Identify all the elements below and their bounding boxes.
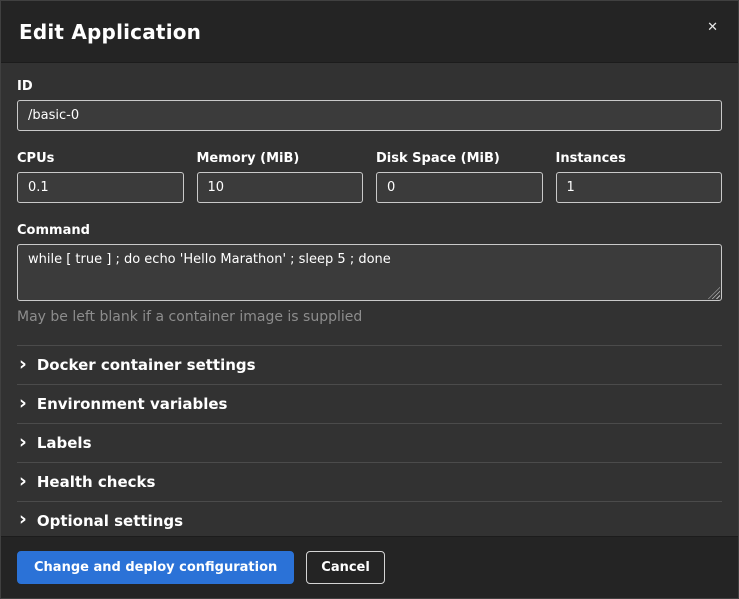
command-textarea[interactable]: while [ true ] ; do echo 'Hello Marathon… [17, 244, 722, 301]
chevron-right-icon: › [19, 355, 27, 374]
memory-label: Memory (MiB) [197, 151, 364, 166]
chevron-right-icon: › [19, 433, 27, 452]
cpus-label: CPUs [17, 151, 184, 166]
edit-application-modal: Edit Application ✕ ID CPUs Memory (MiB) … [0, 0, 739, 599]
id-label: ID [17, 79, 722, 94]
section-optional-settings[interactable]: › Optional settings [17, 501, 722, 536]
section-labels[interactable]: › Labels [17, 423, 722, 462]
command-field-group: Command while [ true ] ; do echo 'Hello … [17, 223, 722, 325]
section-environment-variables[interactable]: › Environment variables [17, 384, 722, 423]
chevron-right-icon: › [19, 510, 27, 529]
section-docker-container-settings[interactable]: › Docker container settings [17, 345, 722, 384]
disk-field-group: Disk Space (MiB) [376, 151, 543, 203]
collapsible-sections: › Docker container settings › Environmen… [17, 345, 722, 536]
section-label: Labels [37, 434, 92, 452]
modal-header: Edit Application ✕ [1, 1, 738, 63]
section-label: Health checks [37, 473, 156, 491]
section-label: Optional settings [37, 512, 183, 530]
instances-field-group: Instances [556, 151, 723, 203]
cpus-input[interactable] [17, 172, 184, 203]
command-help-text: May be left blank if a container image i… [17, 309, 722, 325]
id-input[interactable] [17, 100, 722, 131]
command-label: Command [17, 223, 722, 238]
modal-title: Edit Application [19, 20, 201, 44]
memory-input[interactable] [197, 172, 364, 203]
disk-label: Disk Space (MiB) [376, 151, 543, 166]
instances-input[interactable] [556, 172, 723, 203]
memory-field-group: Memory (MiB) [197, 151, 364, 203]
close-icon[interactable]: ✕ [703, 17, 722, 38]
instances-label: Instances [556, 151, 723, 166]
cpus-field-group: CPUs [17, 151, 184, 203]
command-textarea-wrap: while [ true ] ; do echo 'Hello Marathon… [17, 244, 722, 301]
chevron-right-icon: › [19, 472, 27, 491]
section-label: Environment variables [37, 395, 228, 413]
id-field-group: ID [17, 79, 722, 131]
modal-footer: Change and deploy configuration Cancel [1, 536, 738, 598]
resources-row: CPUs Memory (MiB) Disk Space (MiB) Insta… [17, 151, 722, 203]
section-health-checks[interactable]: › Health checks [17, 462, 722, 501]
submit-button[interactable]: Change and deploy configuration [17, 551, 294, 584]
section-label: Docker container settings [37, 356, 256, 374]
disk-input[interactable] [376, 172, 543, 203]
chevron-right-icon: › [19, 394, 27, 413]
modal-body: ID CPUs Memory (MiB) Disk Space (MiB) In… [1, 63, 738, 536]
cancel-button[interactable]: Cancel [306, 551, 385, 584]
